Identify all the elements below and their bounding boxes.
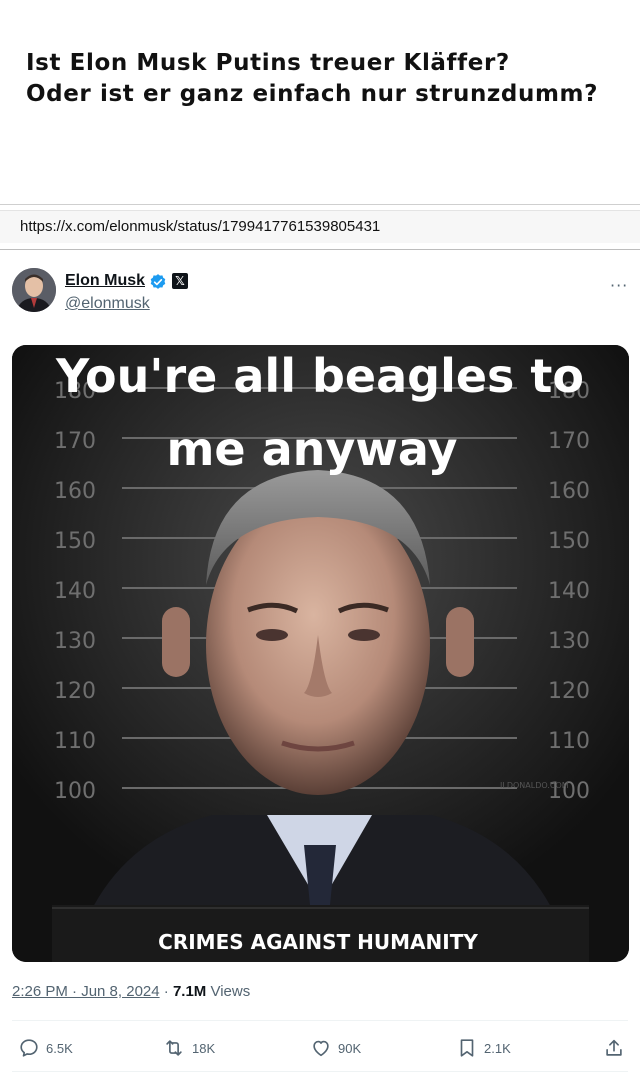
bottom-divider — [12, 1071, 628, 1072]
image-caption-line-2: me anyway — [166, 422, 457, 476]
author-name[interactable]: Elon Musk — [65, 272, 145, 290]
divider — [12, 1020, 628, 1021]
height-tick-left: 120 — [54, 679, 96, 704]
x-affiliation-icon: 𝕏 — [172, 273, 188, 289]
url-bar-background: https://x.com/elonmusk/status/1799417761… — [0, 210, 640, 243]
image-watermark: ILDONALDO.COM — [500, 781, 569, 790]
height-tick-left: 130 — [54, 629, 96, 654]
height-tick-right: 110 — [548, 729, 590, 754]
tweet-timestamp-link[interactable]: 2:26 PM · Jun 8, 2024 — [12, 983, 160, 1000]
like-count: 90K — [338, 1040, 362, 1056]
views-count: 7.1M — [172, 983, 207, 1000]
height-tick-left: 100 — [54, 779, 96, 804]
meta-separator: · — [159, 983, 173, 1000]
reply-icon — [20, 1039, 38, 1057]
avatar-image — [12, 268, 56, 312]
author-handle[interactable]: @elonmusk — [65, 295, 150, 313]
more-options-icon[interactable]: ··· — [610, 276, 628, 295]
bookmark-count: 2.1K — [484, 1040, 511, 1056]
reply-button[interactable]: 6.5K — [18, 1035, 73, 1061]
height-tick-left: 170 — [54, 429, 96, 454]
reply-count: 6.5K — [46, 1040, 73, 1056]
height-tick-left: 110 — [54, 729, 96, 754]
height-tick-left: 140 — [54, 579, 96, 604]
avatar[interactable] — [12, 268, 56, 312]
article-headline: Ist Elon Musk Putins treuer Kläffer? Ode… — [26, 48, 626, 110]
bookmark-button[interactable]: 2.1K — [456, 1035, 511, 1061]
height-tick-left: 160 — [54, 479, 96, 504]
height-tick-right: 140 — [548, 579, 590, 604]
image-banner-text: CRIMES AGAINST HUMANITY — [158, 930, 478, 954]
height-tick-right: 130 — [548, 629, 590, 654]
bookmark-icon — [460, 1039, 474, 1057]
tweet-metadata: 2:26 PM · Jun 8, 2024 · 7.1M Views — [12, 983, 250, 1000]
views-label: Views — [206, 983, 251, 1000]
height-tick-right: 160 — [548, 479, 590, 504]
height-tick-right: 170 — [548, 429, 590, 454]
tweet-action-bar: 6.5K 18K 90K 2.1K — [0, 1035, 640, 1061]
share-button[interactable] — [603, 1035, 631, 1061]
mugshot-image: 180 170 160 150 140 130 120 110 100 180 … — [12, 345, 629, 962]
tweet-url-link[interactable]: https://x.com/elonmusk/status/1799417761… — [20, 218, 380, 235]
share-icon — [606, 1039, 622, 1056]
height-tick-left: 150 — [54, 529, 96, 554]
url-bar: https://x.com/elonmusk/status/1799417761… — [0, 204, 640, 250]
repost-count: 18K — [192, 1040, 216, 1056]
verified-badge-icon — [149, 273, 167, 291]
repost-button[interactable]: 18K — [162, 1035, 215, 1061]
height-tick-right: 150 — [548, 529, 590, 554]
image-caption-line-1: You're all beagles to — [55, 349, 584, 403]
headline-line-1: Ist Elon Musk Putins treuer Kläffer? — [26, 50, 510, 76]
headline-line-2: Oder ist er ganz einfach nur strunzdumm? — [26, 81, 599, 107]
tweet-media-image[interactable]: 180 170 160 150 140 130 120 110 100 180 … — [12, 345, 629, 962]
repost-icon — [166, 1040, 182, 1056]
like-button[interactable]: 90K — [310, 1035, 361, 1061]
heart-icon — [313, 1040, 329, 1057]
height-tick-right: 120 — [548, 679, 590, 704]
